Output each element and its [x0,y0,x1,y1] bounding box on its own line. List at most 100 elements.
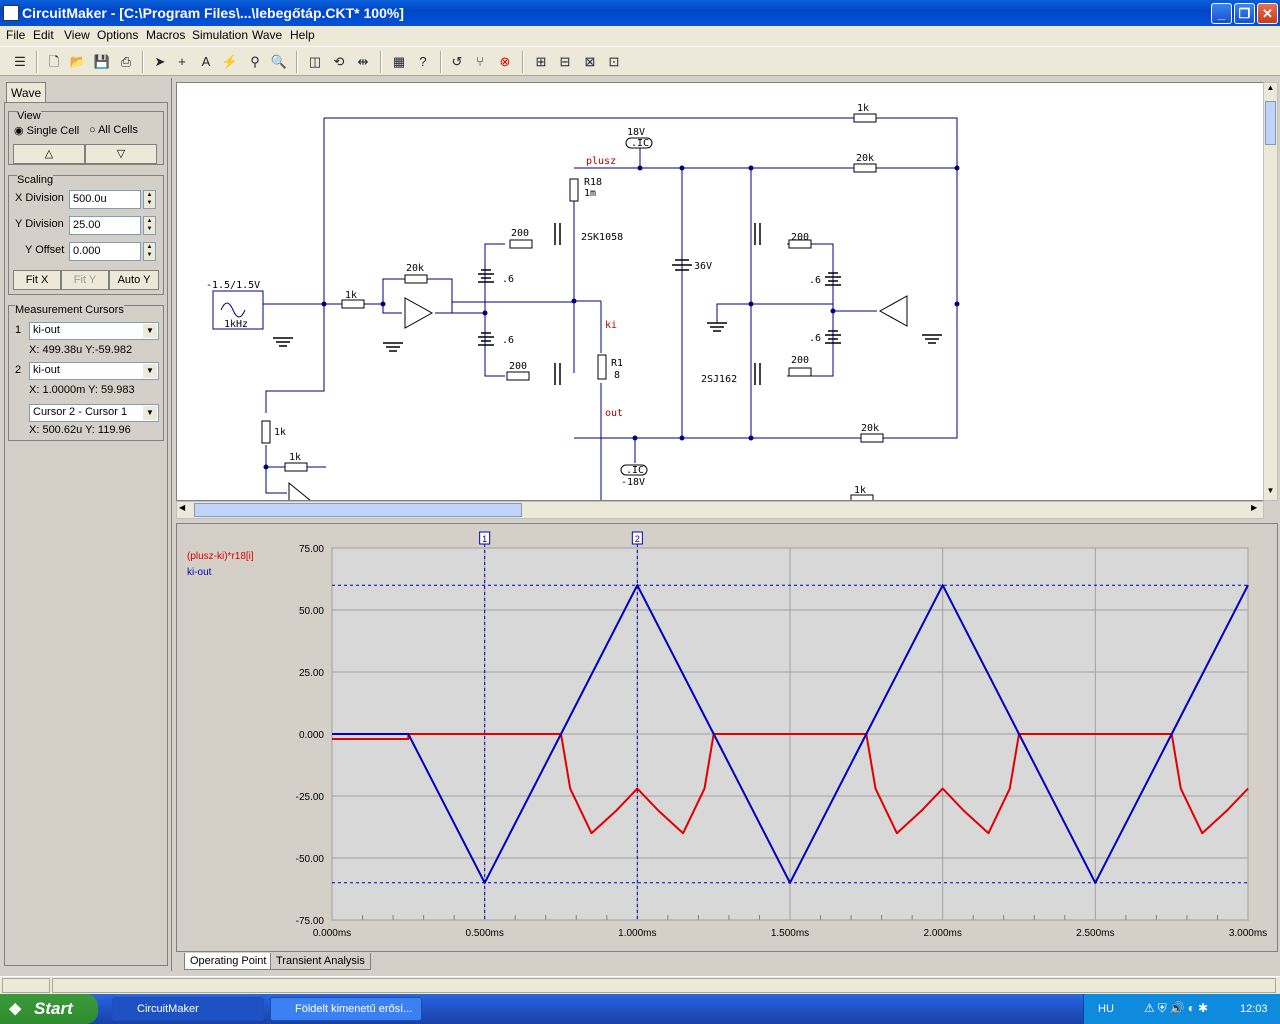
stop-icon[interactable]: ⊗ [495,52,515,72]
menu-macros[interactable]: Macros [146,28,185,42]
minimize-button[interactable]: _ [1211,3,1232,24]
rotate-icon[interactable]: ⟲ [329,52,349,72]
svg-text:plusz: plusz [586,156,616,167]
svg-text:1m: 1m [584,188,596,199]
settings-icon[interactable]: ⊡ [604,52,624,72]
menu-file[interactable]: File [6,28,25,42]
probe-scope-icon[interactable]: ⊞ [531,52,551,72]
menu-help[interactable]: Help [290,28,315,42]
save-icon[interactable]: 💾 [92,52,112,72]
windows-logo-icon: ❖ [8,1002,23,1019]
svg-text:.6: .6 [809,275,821,286]
cursor1-signal-select[interactable]: ki-out ▼ [29,322,159,340]
svg-text:1kHz: 1kHz [224,319,248,330]
scroll-down-icon[interactable]: ▼ [1264,486,1277,500]
menu-edit[interactable]: Edit [33,28,54,42]
scroll-left-icon[interactable]: ◀ [179,503,185,512]
parts-browser-icon[interactable]: ▦ [389,52,409,72]
menu-bar: File Edit View Options Macros Simulation… [0,26,1280,46]
menu-wave[interactable]: Wave [252,28,282,42]
auto-y-button[interactable]: Auto Y [109,270,159,290]
svg-text:.6: .6 [809,333,821,344]
start-button[interactable]: ❖ Start [0,994,98,1024]
svg-text:-18V: -18V [621,477,645,488]
open-folder-icon[interactable]: 📂 [68,52,88,72]
cursor2-signal-select[interactable]: ki-out ▼ [29,362,159,380]
y-tick-label: -75.00 [296,916,325,927]
toolbar: ☰ 🗋 📂 💾 ⎙ ➤ + A ⚡ ⚲ 🔍 ◫ ⟲ ⇹ ▦ ? ↺ ⑂ ⊗ ⊞ … [0,46,1280,76]
chevron-down-icon: ▼ [143,324,157,338]
zoom-fit-icon[interactable]: ◫ [305,52,325,72]
horizontal-scrollbar[interactable]: ◀ ▶ [176,501,1264,519]
arrow-tool-icon[interactable]: ➤ [150,52,170,72]
zoom-icon[interactable]: 🔍 [269,52,289,72]
tab-wave[interactable]: Wave [6,82,46,102]
lightning-tool-icon[interactable]: ⚡ [220,52,240,72]
down-button[interactable]: ▽ [85,144,157,164]
y-tick-label: 0.000 [299,730,324,741]
reset-icon[interactable]: ↺ [447,52,467,72]
horizontal-scroll-thumb[interactable] [194,503,522,517]
scroll-right-icon[interactable]: ▶ [1251,503,1257,512]
menu-options[interactable]: Options [97,28,138,42]
close-button[interactable]: ✕ [1257,3,1278,24]
schematic-labels: 1k 18V .IC plusz 20k R18 1m 2SK1058 200 … [206,103,879,496]
toggle-panel-icon[interactable]: ☰ [10,52,30,72]
fit-x-button[interactable]: Fit X [13,270,61,290]
cursor-diff-select[interactable]: Cursor 2 - Cursor 1 ▼ [29,404,159,422]
x-division-field[interactable]: 500.0u [69,190,141,209]
vertical-scrollbar[interactable]: ▲ ▼ [1263,82,1278,501]
language-indicator[interactable]: HU [1098,1003,1114,1015]
svg-text:2SJ162: 2SJ162 [701,374,737,385]
step-icon[interactable]: ⑂ [470,52,490,72]
taskbar-item-firefox[interactable]: Földelt kimenetű erősí... [270,997,422,1021]
new-file-icon[interactable]: 🗋 [44,52,64,72]
up-button[interactable]: △ [13,144,85,164]
taskbar-item-circuitmaker[interactable]: CircuitMaker [112,997,264,1021]
svg-text:20k: 20k [406,263,424,274]
cursor-label: 2 [635,534,640,544]
tray-icons[interactable]: ⚠⛨🔊◐✱ [1144,1001,1211,1016]
waveform-panel[interactable]: 0.000ms 0.500ms 1.000ms 1.500ms 2.000ms 2.500… [176,523,1278,952]
svg-text:1k: 1k [345,290,357,301]
print-icon[interactable]: ⎙ [116,52,136,72]
vertical-scroll-thumb[interactable] [1265,101,1276,145]
help-icon[interactable]: ? [413,52,433,72]
fit-y-button[interactable]: Fit Y [61,270,109,290]
menu-simulation[interactable]: Simulation [192,28,248,42]
svg-text:1k: 1k [857,103,869,114]
y-division-spinner[interactable]: ▲ ▼ [143,216,156,235]
probe-tool-icon[interactable]: ⚲ [245,52,265,72]
tab-operating-point[interactable]: Operating Point [184,953,273,970]
svg-text:.6: .6 [502,335,514,346]
all-cells-radio[interactable]: ○ All Cells [89,124,138,136]
legend-entry: ki-out [187,567,212,578]
scroll-up-icon[interactable]: ▲ [1264,83,1277,97]
y-offset-spinner[interactable]: ▲ ▼ [143,242,156,261]
analysis-icon[interactable]: ⊠ [580,52,600,72]
cursor1-readout: X: 499.38u Y:-59.982 [29,344,133,356]
legend-entry: (plusz-ki)*r18[i] [187,551,254,562]
tab-transient-analysis[interactable]: Transient Analysis [270,953,371,970]
y-tick-label: 75.00 [299,544,324,555]
svg-text:1k: 1k [854,485,866,496]
y-tick-label: 25.00 [299,668,324,679]
svg-text:1k: 1k [274,427,286,438]
y-offset-field[interactable]: 0.000 [69,242,141,261]
x-division-spinner[interactable]: ▲ ▼ [143,190,156,209]
chevron-down-icon: ▼ [143,364,157,378]
svg-text:20k: 20k [861,423,879,434]
wire-tool-icon[interactable]: + [172,52,192,72]
menu-view[interactable]: View [64,28,90,42]
mirror-icon[interactable]: ⇹ [353,52,373,72]
app-icon[interactable] [3,5,19,21]
svg-text:18V: 18V [627,127,645,138]
text-tool-icon[interactable]: A [196,52,216,72]
svg-text:.IC: .IC [626,465,644,476]
schematic-canvas[interactable]: 1k 18V .IC plusz 20k R18 1m 2SK1058 200 … [176,82,1264,501]
wave-view-icon[interactable]: ⊟ [555,52,575,72]
restore-button[interactable]: ❐ [1234,3,1255,24]
y-division-field[interactable]: 25.00 [69,216,141,235]
svg-text:R1: R1 [611,358,623,369]
single-cell-radio[interactable]: ◉ Single Cell [14,124,79,137]
